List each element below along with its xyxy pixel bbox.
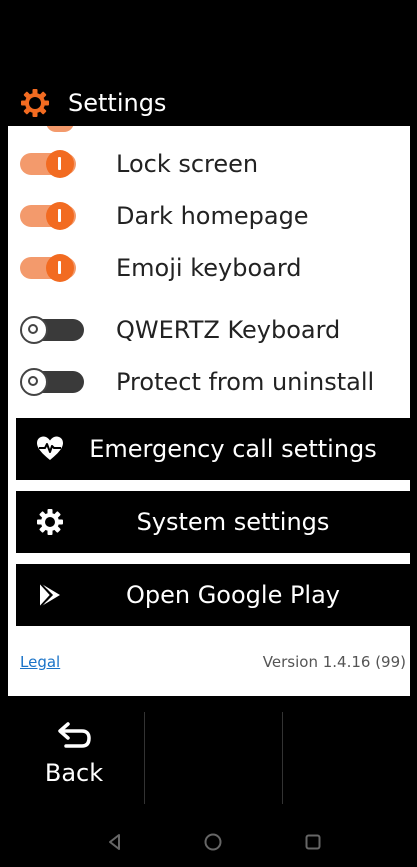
toggle-label: Dark homepage — [116, 202, 309, 230]
button-label: Emergency call settings — [89, 435, 377, 463]
phone-screen: Settings Lock screen Dark homepage Emoji… — [0, 0, 417, 867]
toggle-thumb — [20, 316, 48, 344]
gear-icon — [21, 89, 49, 117]
dark-homepage-toggle[interactable] — [20, 202, 84, 230]
circle-home-icon[interactable] — [202, 831, 224, 853]
bottom-action-bar: Back — [8, 700, 410, 810]
settings-list[interactable]: Lock screen Dark homepage Emoji keyboard… — [8, 126, 410, 696]
protect-uninstall-toggle[interactable] — [20, 368, 84, 396]
emoji-keyboard-toggle[interactable] — [20, 254, 84, 282]
toggle-row-qwertz-keyboard[interactable]: QWERTZ Keyboard — [8, 308, 410, 352]
toggle-label: Lock screen — [116, 150, 259, 178]
toggle-row-emoji-keyboard[interactable]: Emoji keyboard — [8, 246, 410, 290]
lock-screen-toggle[interactable] — [20, 150, 84, 178]
page-title: Settings — [68, 89, 167, 117]
legal-link[interactable]: Legal — [20, 651, 60, 673]
toggle-row-dark-homepage[interactable]: Dark homepage — [8, 194, 410, 238]
square-recents-icon[interactable] — [302, 831, 324, 853]
divider — [282, 712, 283, 804]
system-settings-button[interactable]: System settings — [16, 491, 410, 553]
divider — [144, 712, 145, 804]
toggle-label: QWERTZ Keyboard — [116, 316, 341, 344]
toggle-thumb — [46, 254, 74, 282]
app-header: Settings — [8, 80, 410, 126]
toggle-thumb — [46, 202, 74, 230]
qwertz-keyboard-toggle[interactable] — [20, 316, 84, 344]
button-label: Open Google Play — [125, 581, 341, 609]
toggle-label: Protect from uninstall — [116, 368, 375, 396]
toggle-row-protect-uninstall[interactable]: Protect from uninstall — [8, 360, 410, 404]
system-nav-bar — [8, 818, 410, 867]
toggle-thumb — [20, 368, 48, 396]
emergency-call-settings-button[interactable]: Emergency call settings — [16, 418, 410, 480]
back-arrow-icon — [58, 722, 91, 748]
toggle-thumb — [46, 150, 74, 178]
button-label: System settings — [136, 508, 330, 536]
toggle-row-lock-screen[interactable]: Lock screen — [8, 142, 410, 186]
version-text: Version 1.4.16 (99) — [262, 653, 406, 671]
partial-toggle-switch[interactable] — [46, 126, 74, 132]
triangle-back-icon[interactable] — [104, 831, 126, 853]
open-google-play-button[interactable]: Open Google Play — [16, 564, 410, 626]
toggle-label: Emoji keyboard — [116, 254, 302, 282]
back-label: Back — [44, 759, 104, 787]
back-button[interactable]: Back — [28, 718, 120, 808]
